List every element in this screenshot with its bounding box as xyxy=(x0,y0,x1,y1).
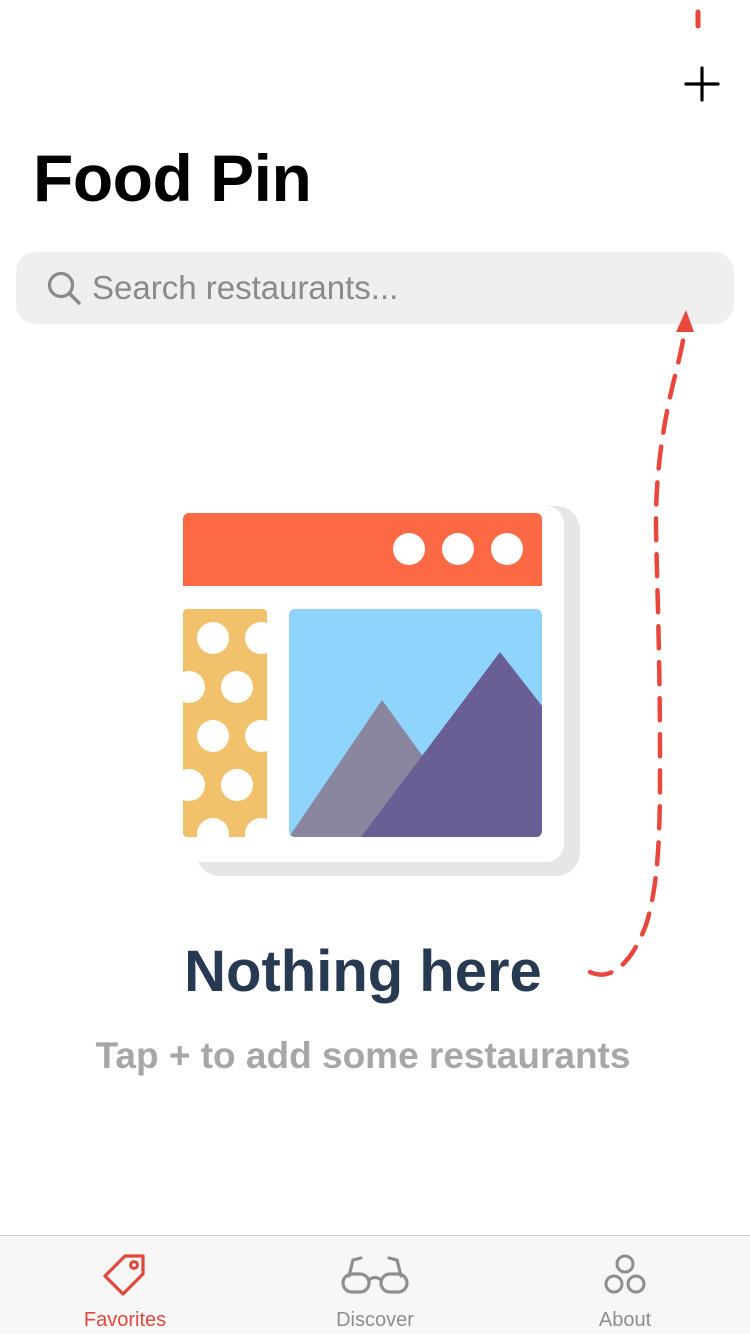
add-restaurant-button[interactable] xyxy=(678,60,726,108)
tab-label: Discover xyxy=(336,1309,414,1331)
glasses-icon xyxy=(341,1256,409,1294)
tab-label: About xyxy=(598,1309,652,1331)
tag-icon xyxy=(103,1254,145,1296)
three-circles-icon xyxy=(604,1254,646,1294)
plus-icon xyxy=(684,66,720,102)
search-icon xyxy=(47,271,81,305)
page-title: Food Pin xyxy=(33,141,312,215)
empty-state-title: Nothing here xyxy=(184,939,542,1004)
tab-favorites[interactable]: Favorites xyxy=(0,1236,250,1335)
tab-discover[interactable]: Discover xyxy=(250,1236,500,1335)
empty-state-subtitle: Tap + to add some restaurants xyxy=(95,1035,631,1076)
tab-bar: Favorites Discover About xyxy=(0,1235,750,1334)
tab-label: Favorites xyxy=(83,1309,167,1331)
browser-window-illustration xyxy=(178,506,580,876)
tab-about[interactable]: About xyxy=(500,1236,750,1335)
search-input[interactable] xyxy=(92,252,712,324)
search-bar[interactable] xyxy=(16,252,734,324)
